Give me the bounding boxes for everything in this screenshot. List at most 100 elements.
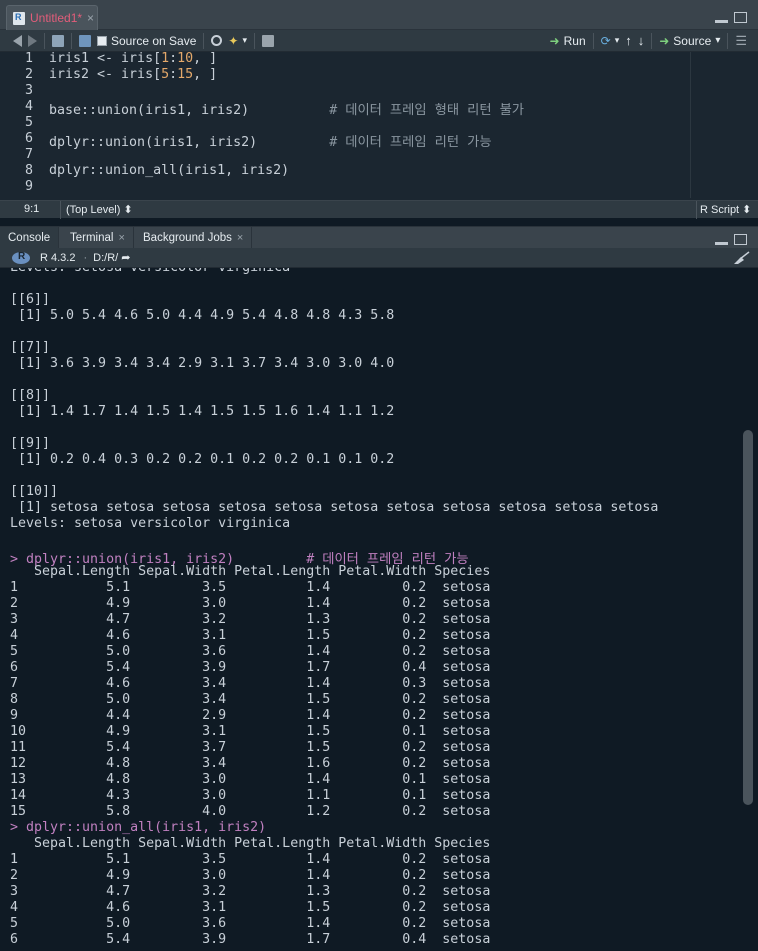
r-file-icon	[13, 11, 25, 25]
code-line: iris1 <- iris[1:10, ]	[49, 51, 217, 66]
go-to-next-section-button[interactable]: ↓	[635, 30, 648, 52]
rerun-button[interactable]: ⟳ ▾	[598, 30, 623, 52]
toolbar-divider	[651, 32, 653, 49]
console-scrollbar[interactable]	[740, 268, 758, 951]
code-editor[interactable]: 123456789 iris1 <- iris[1:10, ] iris2 <- …	[0, 51, 758, 198]
notebook-icon	[261, 34, 274, 47]
console-info-bar: R 4.3.2 · D:/R/ ➦	[0, 248, 758, 268]
console-tabbar: Console Terminal × Background Jobs ×	[0, 226, 758, 249]
show-in-window-button[interactable]	[49, 30, 67, 52]
maximize-icon[interactable]	[734, 12, 747, 23]
working-directory[interactable]: D:/R/ ➦	[93, 251, 130, 264]
editor-toolbar: Source on Save ✦ ▾ ➜ Run ⟳ ▾ ↑ ↓ ➜ Source …	[0, 30, 758, 52]
console-output-line: 8 5.0 3.4 1.5 0.2 setosa	[10, 692, 491, 707]
source-on-save-label: Source on Save	[111, 33, 197, 48]
editor-window-controls	[715, 12, 747, 23]
code-number: 5	[161, 67, 170, 82]
document-outline-button[interactable]: ☰	[732, 30, 750, 52]
line-number: 6	[24, 131, 33, 146]
status-divider	[60, 201, 61, 219]
code-token: iris2 <- iris[	[49, 67, 162, 82]
console-output-line: 11 5.4 3.7 1.5 0.2 setosa	[10, 740, 491, 755]
outline-icon: ☰	[735, 32, 747, 48]
console-output-line: Sepal.Length Sepal.Width Petal.Length Pe…	[10, 836, 491, 851]
go-to-previous-section-button[interactable]: ↑	[622, 30, 635, 52]
r-logo-icon	[12, 251, 30, 264]
tab-background-jobs[interactable]: Background Jobs ×	[135, 227, 253, 249]
code-token: , ]	[193, 67, 218, 82]
source-button[interactable]: ➜ Source ▾	[656, 30, 723, 52]
console-output-line: [1] 5.0 5.4 4.6 5.0 4.4 4.9 5.4 4.8 4.8 …	[10, 308, 395, 323]
code-token: dplyr::union_all(iris1, iris2)	[49, 163, 290, 178]
run-label: Run	[563, 33, 586, 48]
toolbar-divider	[592, 32, 594, 49]
run-icon: ➜	[549, 33, 560, 48]
line-number: 2	[24, 67, 33, 82]
console-output[interactable]: Levels: setosa versicolor virginica [[6]]…	[0, 268, 740, 951]
close-tab-icon[interactable]: ×	[118, 232, 124, 244]
console-output-line: 1 5.1 3.5 1.4 0.2 setosa	[10, 580, 491, 595]
clear-console-icon[interactable]	[732, 251, 750, 265]
console-output-line: 6 5.4 3.9 1.7 0.4 setosa	[10, 932, 491, 947]
source-editor-pane: Untitled1* × Source on Save ✦▾ ➜ Run ⟳▾ …	[0, 0, 758, 219]
console-output-line: 9 4.4 2.9 1.4 0.2 setosa	[10, 708, 491, 723]
console-output-line: 4 4.6 3.1 1.5 0.2 setosa	[10, 628, 491, 643]
minimize-icon[interactable]	[715, 20, 728, 23]
find-replace-button[interactable]	[208, 30, 225, 52]
line-number: 9	[24, 179, 33, 194]
scope-selector[interactable]: (Top Level) ⬍	[66, 203, 133, 216]
close-tab-icon[interactable]: ×	[87, 11, 94, 25]
r-version: R 4.3.2	[40, 251, 76, 264]
code-token: :	[169, 51, 178, 66]
dropdown-caret-icon: ▾	[614, 35, 620, 45]
console-output-line: Sepal.Length Sepal.Width Petal.Length Pe…	[10, 564, 491, 579]
console-output-line: [1] setosa setosa setosa setosa setosa s…	[10, 500, 659, 515]
forward-arrow-icon	[28, 34, 37, 47]
popout-icon	[52, 34, 64, 47]
up-arrow-icon: ↑	[625, 33, 632, 48]
compile-report-button[interactable]	[259, 30, 277, 52]
tab-background-jobs-label: Background Jobs	[143, 232, 232, 244]
close-tab-icon[interactable]: ×	[237, 232, 243, 244]
console-output-line: 2 4.9 3.0 1.4 0.2 setosa	[10, 596, 491, 611]
back-button[interactable]	[10, 30, 25, 52]
console-output-line: Levels: setosa versicolor virginica	[10, 516, 291, 531]
search-icon	[211, 35, 223, 46]
console-output-line: 6 5.4 3.9 1.7 0.4 setosa	[10, 660, 491, 675]
forward-button[interactable]	[25, 30, 40, 52]
console-scroll-thumb[interactable]	[743, 430, 753, 805]
tab-label: Untitled1*	[30, 11, 83, 25]
code-number: 15	[177, 67, 194, 82]
console-output-line: [1] 1.4 1.7 1.4 1.5 1.4 1.5 1.5 1.6 1.4 …	[10, 404, 395, 419]
console-output-line: 10 4.9 3.1 1.5 0.1 setosa	[10, 724, 491, 739]
tab-terminal[interactable]: Terminal ×	[62, 227, 134, 249]
maximize-icon[interactable]	[734, 234, 747, 245]
tab-console[interactable]: Console	[0, 227, 60, 249]
code-line: dplyr::union(iris1, iris2) # 데이터 프레임 리턴 …	[49, 131, 492, 150]
tab-untitled1[interactable]: Untitled1* ×	[6, 5, 98, 30]
line-number: 1	[24, 51, 33, 66]
back-arrow-icon	[13, 34, 22, 47]
code-tools-button[interactable]: ✦ ▾	[225, 30, 250, 52]
source-dropdown-icon[interactable]: ▾	[715, 35, 720, 46]
code-comment: # 데이터 프레임 형태 리턴 불가	[329, 103, 525, 118]
console-output-line: 12 4.8 3.4 1.6 0.2 setosa	[10, 756, 491, 771]
source-on-save-checkbox[interactable]	[97, 35, 107, 46]
minimize-icon[interactable]	[715, 242, 728, 245]
save-button[interactable]	[76, 30, 94, 52]
toolbar-divider	[71, 32, 72, 49]
line-number-gutter: 123456789	[0, 51, 44, 198]
console-output-line: [[10]]	[10, 484, 59, 499]
tab-terminal-label: Terminal	[70, 232, 114, 244]
source-on-save-toggle[interactable]: Source on Save	[94, 30, 199, 52]
magic-wand-icon: ✦	[228, 33, 239, 48]
file-type-selector[interactable]: R Script ⬍	[700, 203, 751, 216]
console-output-line: [[9]]	[10, 436, 51, 451]
console-output-line: 7 4.6 3.4 1.4 0.3 setosa	[10, 676, 491, 691]
run-button[interactable]: ➜ Run	[547, 30, 589, 52]
code-token: base::union(iris1, iris2)	[49, 103, 330, 118]
editor-status-bar: 9:1 (Top Level) ⬍ R Script ⬍	[0, 200, 758, 219]
console-output-line: [[6]]	[10, 292, 51, 307]
save-icon	[79, 34, 91, 47]
console-command-line: > dplyr::union_all(iris1, iris2)	[10, 820, 267, 835]
